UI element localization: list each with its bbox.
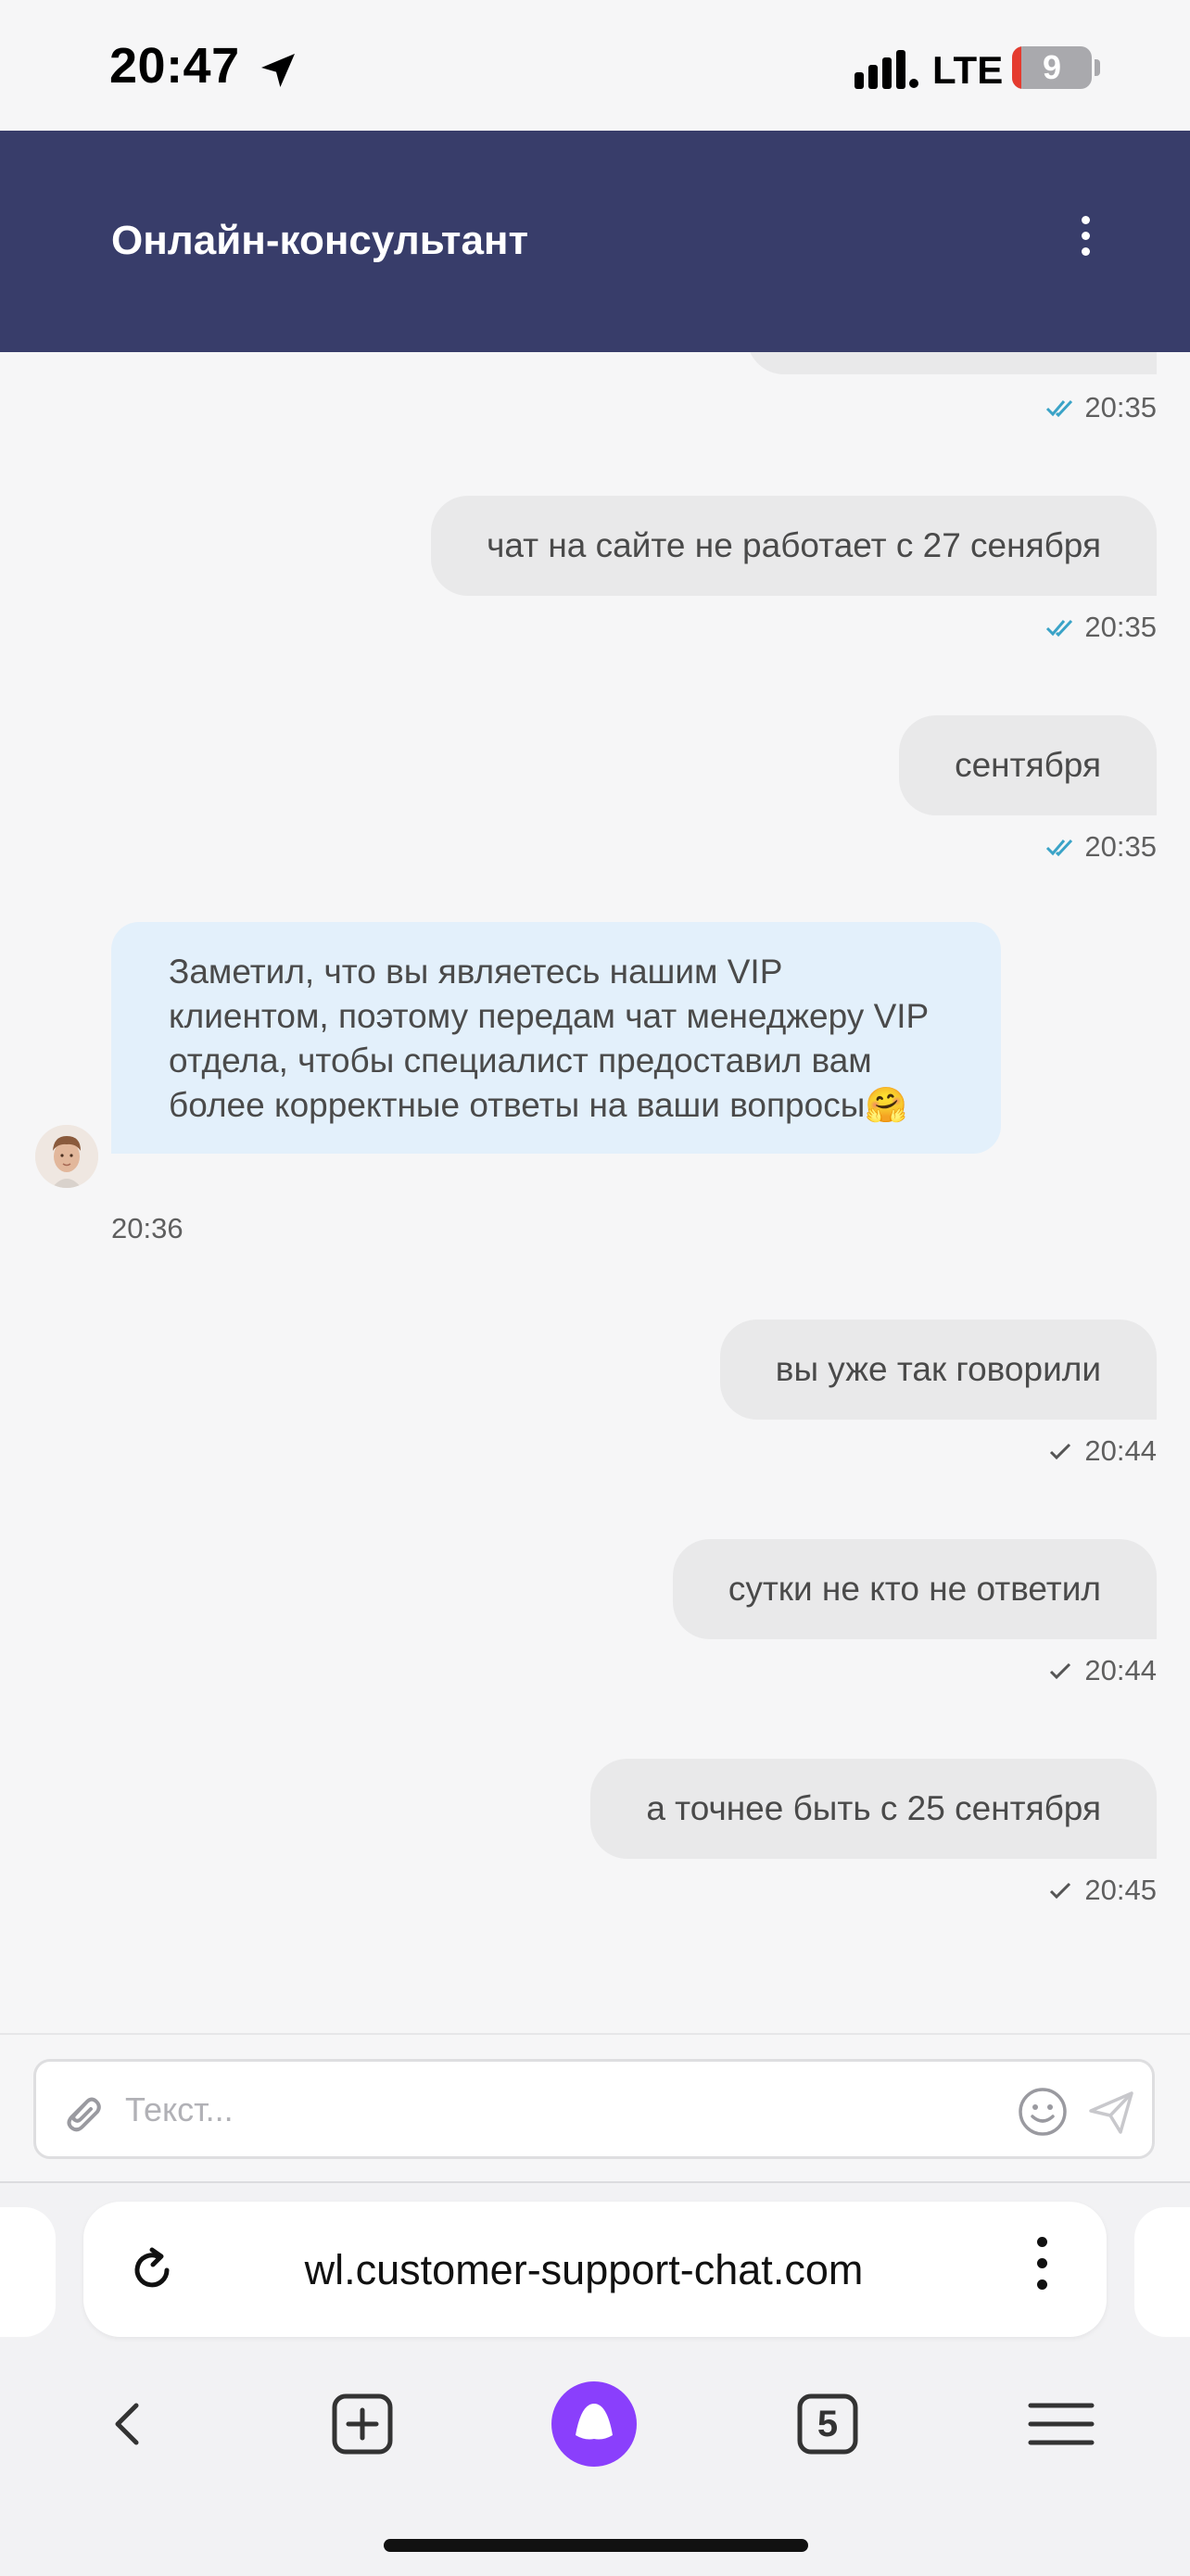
message-bubble-outgoing: вы уже так говорили	[719, 1320, 1157, 1420]
network-type: LTE	[932, 48, 1004, 92]
paperclip-icon[interactable]	[58, 2090, 107, 2138]
next-tab-preview[interactable]	[1134, 2207, 1190, 2337]
message-meta: 20:44	[1045, 1433, 1157, 1470]
status-bar: 20:47 LTE 9	[0, 0, 1190, 131]
message-meta: 20:35	[1045, 609, 1157, 646]
chat-header: Онлайн-консультант	[0, 131, 1190, 352]
message-text: сутки не кто не ответил	[728, 1570, 1101, 1608]
emoji-icon[interactable]	[1017, 2086, 1069, 2138]
previous-tab-preview[interactable]	[0, 2207, 56, 2337]
battery-icon: 9	[1012, 46, 1092, 89]
double-check-icon	[1046, 619, 1073, 638]
reload-icon[interactable]	[124, 2242, 180, 2298]
message-time: 20:44	[1084, 1434, 1157, 1467]
message-text: чат на сайте не работает с 27 сенября	[487, 526, 1101, 564]
menu-button[interactable]	[1010, 2359, 1112, 2489]
new-tab-icon	[332, 2393, 393, 2455]
check-icon	[1050, 1443, 1071, 1460]
message-bubble-outgoing: а точнее быть с 25 сентября	[590, 1759, 1157, 1859]
message-input-box	[33, 2059, 1155, 2159]
alice-icon	[551, 2381, 637, 2467]
avatar	[35, 1125, 98, 1188]
consultant-avatar-image	[35, 1125, 98, 1188]
message-text: вы уже так говорили	[775, 1350, 1101, 1388]
message-bubble-outgoing	[747, 352, 1157, 374]
message-time: 20:45	[1084, 1874, 1157, 1906]
check-icon	[1050, 1882, 1071, 1900]
message-composer	[0, 2033, 1190, 2183]
message-meta: 20:45	[1045, 1872, 1157, 1909]
message-time: 20:35	[1084, 611, 1157, 643]
back-icon	[115, 2403, 139, 2445]
address-bar[interactable]: wl.customer-support-chat.com	[83, 2202, 1107, 2337]
message-time: 20:35	[1084, 391, 1157, 423]
message-bubble-outgoing: сентября	[899, 715, 1157, 815]
url-text[interactable]: wl.customer-support-chat.com	[213, 2246, 955, 2294]
message-meta: 20:35	[1045, 389, 1157, 426]
check-icon	[1050, 1662, 1071, 1680]
message-text: сентября	[955, 746, 1101, 784]
message-text: Заметил, что вы являетесь нашим VIP клие…	[169, 953, 929, 1124]
message-bubble-outgoing: сутки не кто не ответил	[672, 1539, 1157, 1639]
status-time: 20:47	[109, 38, 240, 94]
tabs-button[interactable]: 5	[777, 2359, 879, 2489]
message-bubble-incoming: Заметил, что вы являетесь нашим VIP клие…	[111, 922, 1001, 1154]
double-check-icon	[1046, 399, 1073, 418]
message-time: 20:44	[1084, 1654, 1157, 1686]
new-tab-button[interactable]	[311, 2359, 413, 2489]
cellular-signal-icon	[855, 50, 918, 89]
home-indicator[interactable]	[384, 2539, 808, 2552]
message-time: 20:35	[1084, 830, 1157, 863]
message-time: 20:36	[111, 1212, 184, 1244]
chat-title: Онлайн-консультант	[111, 218, 529, 263]
tabs-count: 5	[817, 2403, 839, 2444]
more-vertical-icon[interactable]	[1032, 2237, 1051, 2302]
more-vertical-icon[interactable]	[1075, 216, 1095, 271]
message-meta: 20:44	[1045, 1652, 1157, 1689]
double-check-icon	[1046, 839, 1073, 857]
location-arrow-icon	[261, 54, 295, 87]
message-meta: 20:35	[1045, 828, 1157, 865]
battery-cap	[1095, 59, 1100, 76]
browser-toolbar: wl.customer-support-chat.com 5	[0, 2181, 1190, 2576]
message-bubble-outgoing: чат на сайте не работает с 27 сенября	[431, 496, 1157, 596]
battery-level: 9	[1042, 48, 1062, 86]
menu-icon	[1028, 2403, 1095, 2445]
send-icon[interactable]	[1085, 2086, 1137, 2138]
message-input[interactable]	[125, 2080, 1015, 2140]
message-text: а точнее быть с 25 сентября	[646, 1789, 1101, 1827]
message-list[interactable]: 20:35 чат на сайте не работает с 27 сеня…	[0, 352, 1190, 2033]
alice-assistant-button[interactable]	[543, 2359, 645, 2489]
back-button[interactable]	[78, 2359, 180, 2489]
browser-nav-bar: 5	[0, 2359, 1190, 2489]
